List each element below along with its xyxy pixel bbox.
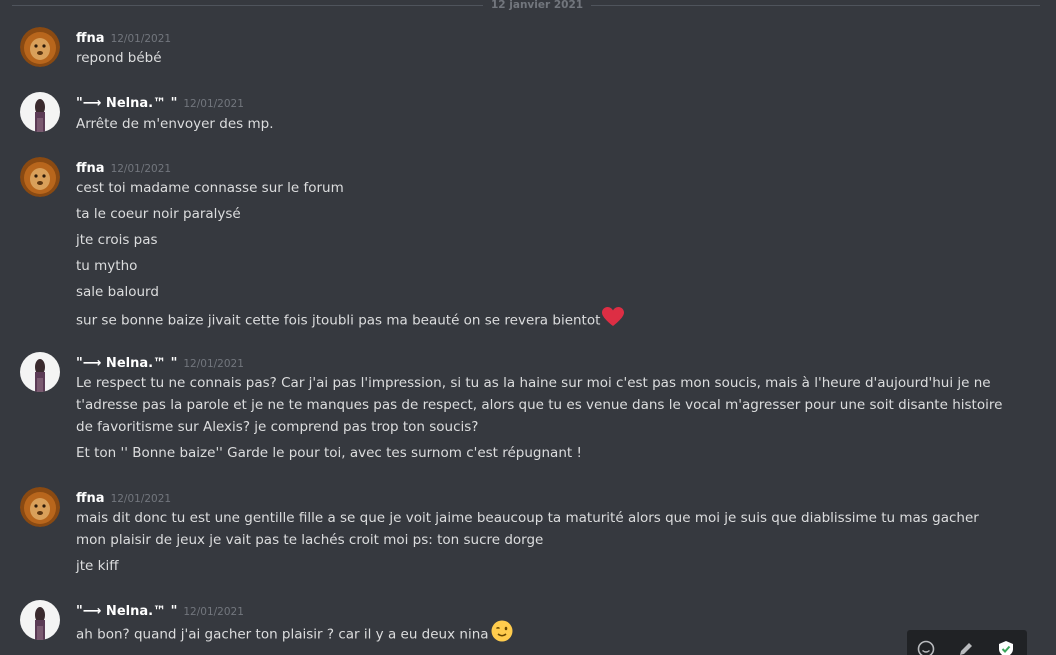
message-header: "⟶ Nelna.™ " 12/01/2021 [76, 92, 244, 111]
avatar-ffna-lion[interactable] [20, 157, 60, 197]
timestamp[interactable]: 12/01/2021 [111, 163, 172, 175]
message-actions-toolbar [907, 630, 1027, 655]
avatar-nelna[interactable] [20, 600, 60, 640]
edit-icon[interactable] [957, 640, 975, 655]
message-text: sur se bonne baize jivait cette fois jto… [76, 307, 1006, 334]
winking-face-icon [491, 620, 513, 649]
message-header: "⟶ Nelna.™ " 12/01/2021 [76, 600, 244, 619]
message-text: sale balourd [76, 284, 159, 300]
message-text-content: ah bon? quand j'ai gacher ton plaisir ? … [76, 626, 489, 643]
avatar-nelna[interactable] [20, 352, 60, 392]
timestamp[interactable]: 12/01/2021 [183, 98, 244, 110]
message-header: "⟶ Nelna.™ " 12/01/2021 [76, 352, 244, 371]
avatar-ffna-lion[interactable] [20, 27, 60, 67]
avatar-nelna[interactable] [20, 92, 60, 132]
timestamp[interactable]: 12/01/2021 [111, 33, 172, 45]
username[interactable]: ffna [76, 161, 105, 176]
message-text: ah bon? quand j'ai gacher ton plaisir ? … [76, 620, 1006, 649]
chat-messages: 12 janvier 2021 ffna 12/01/2021 repond bé… [0, 0, 1056, 655]
nelna-avatar-icon [20, 352, 60, 392]
message-text: jte crois pas [76, 232, 158, 248]
username[interactable]: "⟶ Nelna.™ " [76, 356, 177, 371]
avatar-ffna-lion[interactable] [20, 487, 60, 527]
message-text: Et ton '' Bonne baize'' Garde le pour to… [76, 445, 582, 461]
username[interactable]: ffna [76, 31, 105, 46]
message-text: cest toi madame connasse sur le forum [76, 180, 344, 196]
nelna-avatar-icon [20, 92, 60, 132]
timestamp[interactable]: 12/01/2021 [183, 358, 244, 370]
red-heart-icon [602, 307, 625, 334]
message-text: Le respect tu ne connais pas? Car j'ai p… [76, 375, 1003, 435]
message-text: mais dit donc tu est une gentille fille … [76, 510, 979, 548]
message-text: jte kiff [76, 558, 119, 574]
shield-check-icon[interactable] [997, 640, 1015, 655]
username[interactable]: ffna [76, 491, 105, 506]
username[interactable]: "⟶ Nelna.™ " [76, 604, 177, 619]
message-text: tu mytho [76, 258, 138, 274]
nelna-avatar-icon [20, 600, 60, 640]
message-text: ta le coeur noir paralysé [76, 206, 241, 222]
timestamp[interactable]: 12/01/2021 [183, 606, 244, 618]
date-divider-label: 12 janvier 2021 [483, 0, 592, 12]
lion-avatar-icon [20, 157, 60, 197]
timestamp[interactable]: 12/01/2021 [111, 493, 172, 505]
message-text: Arrête de m'envoyer des mp. [76, 116, 274, 132]
lion-avatar-icon [20, 487, 60, 527]
message-text: repond bébé [76, 50, 162, 66]
add-reaction-icon[interactable] [917, 640, 935, 655]
message-header: ffna 12/01/2021 [76, 27, 172, 46]
date-divider: 12 janvier 2021 [0, 0, 1040, 12]
message-text-content: sur se bonne baize jivait cette fois jto… [76, 312, 601, 329]
username[interactable]: "⟶ Nelna.™ " [76, 96, 177, 111]
message-header: ffna 12/01/2021 [76, 157, 172, 176]
message-header: ffna 12/01/2021 [76, 487, 172, 506]
lion-avatar-icon [20, 27, 60, 67]
